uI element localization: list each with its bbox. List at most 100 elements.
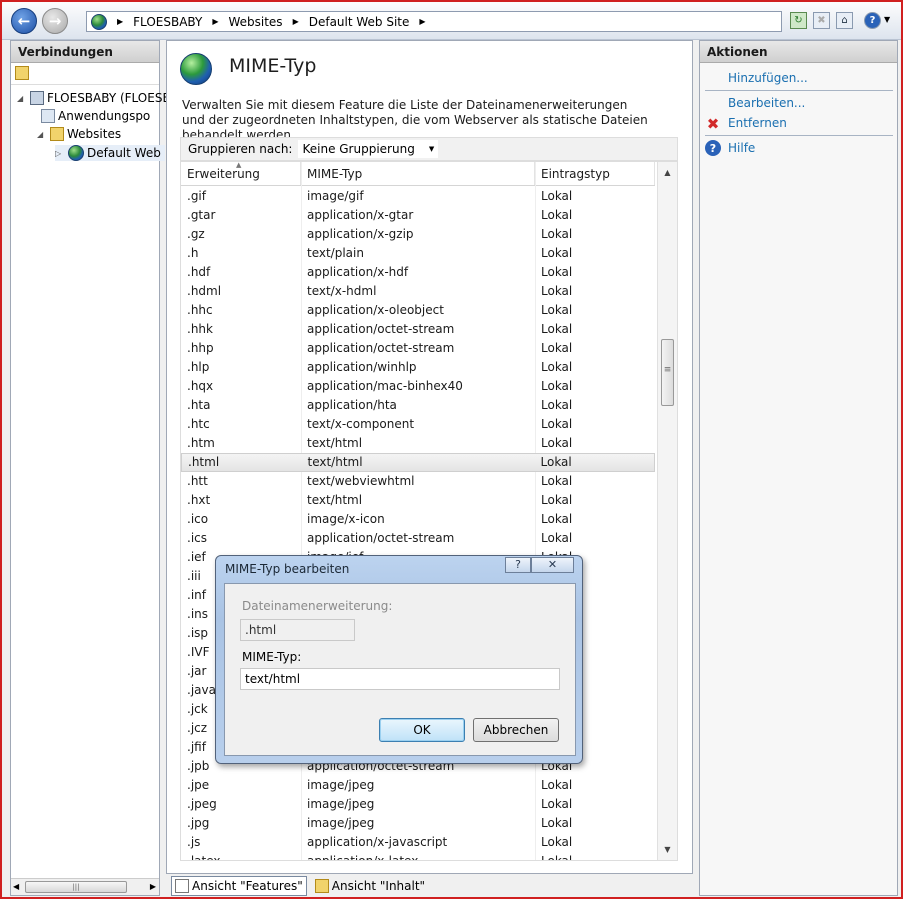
column-entry-type[interactable]: Eintragstyp <box>535 162 655 185</box>
cell-mime-type: text/html <box>307 493 363 507</box>
scroll-left-icon[interactable]: ◀ <box>13 882 19 891</box>
cell-mime-type: application/octet-stream <box>307 322 455 336</box>
table-row[interactable]: .hqx application/mac-binhex40 Lokal <box>181 377 655 396</box>
address-bar[interactable]: ▶ FLOESBABY ▶ Websites ▶ Default Web Sit… <box>86 11 782 32</box>
stop-icon[interactable]: ✖ <box>813 12 830 29</box>
actions-title: Aktionen <box>700 41 897 63</box>
cell-extension: .hlp <box>187 360 210 374</box>
forward-button[interactable]: → <box>42 8 68 34</box>
tree-item-server[interactable]: ◢ FLOESBABY (FLOESB <box>17 91 171 105</box>
cell-mime-type: application/hta <box>307 398 397 412</box>
cell-mime-type: image/gif <box>307 189 364 203</box>
cell-extension: .gz <box>187 227 205 241</box>
expand-icon[interactable]: ▷ <box>55 149 65 158</box>
sort-ascending-icon: ▲ <box>236 161 242 169</box>
actions-pane: Aktionen Hinzufügen... Bearbeiten... ✖ E… <box>699 40 898 896</box>
refresh-icon[interactable]: ↻ <box>790 12 807 29</box>
table-row[interactable]: .latex application/x-latex Lokal <box>181 852 655 861</box>
cell-mime-type: image/x-icon <box>307 512 385 526</box>
cell-extension: .latex <box>187 854 221 861</box>
cell-entry-type: Lokal <box>541 816 573 830</box>
breadcrumb-websites[interactable]: Websites <box>228 15 282 29</box>
mime-type-input[interactable]: text/html <box>240 668 560 690</box>
back-button[interactable]: ← <box>11 8 37 34</box>
table-row[interactable]: .hdf application/x-hdf Lokal <box>181 263 655 282</box>
breadcrumb-server[interactable]: FLOESBABY <box>133 15 202 29</box>
cell-entry-type: Lokal <box>541 360 573 374</box>
scrollbar-thumb[interactable]: ||| <box>25 881 127 893</box>
cell-extension: .hta <box>187 398 211 412</box>
address-toolbar: ← → ▶ FLOESBABY ▶ Websites ▶ Default Web… <box>2 2 901 40</box>
scroll-right-icon[interactable]: ▶ <box>150 882 156 891</box>
help-dropdown-chevron-icon[interactable]: ▼ <box>884 15 890 24</box>
table-row[interactable]: .h text/plain Lokal <box>181 244 655 263</box>
cell-entry-type: Lokal <box>541 208 573 222</box>
cell-entry-type: Lokal <box>541 531 573 545</box>
table-row[interactable]: .hxt text/html Lokal <box>181 491 655 510</box>
table-row[interactable]: .hhp application/octet-stream Lokal <box>181 339 655 358</box>
collapse-icon[interactable]: ◢ <box>37 130 47 139</box>
ok-button[interactable]: OK <box>379 718 465 742</box>
table-row[interactable]: .htt text/webviewhtml Lokal <box>181 472 655 491</box>
cell-entry-type: Lokal <box>541 417 573 431</box>
dialog-help-button[interactable]: ? <box>505 557 531 573</box>
globe-icon <box>91 13 107 30</box>
table-row[interactable]: .hhc application/x-oleobject Lokal <box>181 301 655 320</box>
cell-mime-type: image/jpeg <box>307 816 375 830</box>
cell-mime-type: application/octet-stream <box>307 531 455 545</box>
table-row[interactable]: .js application/x-javascript Lokal <box>181 833 655 852</box>
cell-mime-type: application/x-gzip <box>307 227 414 241</box>
breadcrumb-separator: ▶ <box>117 17 124 26</box>
table-row[interactable]: .gz application/x-gzip Lokal <box>181 225 655 244</box>
help-action[interactable]: Hilfe <box>728 141 755 155</box>
horizontal-scrollbar[interactable]: ◀ ||| ▶ <box>11 878 159 895</box>
table-row[interactable]: .htc text/x-component Lokal <box>181 415 655 434</box>
home-icon[interactable]: ⌂ <box>836 12 853 29</box>
tree-item-apppools[interactable]: Anwendungspo <box>41 109 150 123</box>
cell-mime-type: image/jpeg <box>307 797 375 811</box>
scroll-up-icon[interactable]: ▲ <box>658 164 677 181</box>
remove-icon: ✖ <box>706 115 720 133</box>
table-row[interactable]: .ico image/x-icon Lokal <box>181 510 655 529</box>
table-row[interactable]: .jpg image/jpeg Lokal <box>181 814 655 833</box>
folder-icon[interactable] <box>15 66 29 80</box>
cell-extension: .hqx <box>187 379 214 393</box>
remove-action[interactable]: Entfernen <box>728 116 787 130</box>
table-row[interactable]: .ics application/octet-stream Lokal <box>181 529 655 548</box>
table-row[interactable]: .htm text/html Lokal <box>181 434 655 453</box>
cell-entry-type: Lokal <box>541 474 573 488</box>
edit-action[interactable]: Bearbeiten... <box>728 96 805 110</box>
tree-item-default-site[interactable]: ▷ Default Web <box>55 145 165 161</box>
scrollbar-thumb[interactable]: ≡ <box>661 339 674 406</box>
table-row[interactable]: .gtar application/x-gtar Lokal <box>181 206 655 225</box>
cancel-button[interactable]: Abbrechen <box>473 718 559 742</box>
table-row[interactable]: .jpe image/jpeg Lokal <box>181 776 655 795</box>
vertical-scrollbar[interactable]: ▲ ≡ ▼ <box>657 162 677 860</box>
table-row[interactable]: .html text/html Lokal <box>181 453 655 472</box>
table-row[interactable]: .hlp application/winhlp Lokal <box>181 358 655 377</box>
breadcrumb-site[interactable]: Default Web Site <box>309 15 410 29</box>
add-action[interactable]: Hinzufügen... <box>728 71 808 85</box>
close-icon[interactable]: ✕ <box>531 557 574 573</box>
features-view-button[interactable]: Ansicht "Features" <box>171 876 307 896</box>
scroll-down-icon[interactable]: ▼ <box>658 841 677 858</box>
cell-entry-type: Lokal <box>541 284 573 298</box>
dialog-title: MIME-Typ bearbeiten <box>225 562 350 576</box>
cell-extension: .gif <box>187 189 206 203</box>
help-icon[interactable]: ? <box>864 12 881 29</box>
content-view-button[interactable]: Ansicht "Inhalt" <box>311 876 429 896</box>
table-row[interactable]: .hta application/hta Lokal <box>181 396 655 415</box>
group-select[interactable]: Keine Gruppierung ▼ <box>298 140 439 158</box>
column-mime-type[interactable]: MIME-Typ <box>301 162 535 185</box>
table-row[interactable]: .jpeg image/jpeg Lokal <box>181 795 655 814</box>
chevron-down-icon: ▼ <box>428 145 435 153</box>
table-row[interactable]: .hdml text/x-hdml Lokal <box>181 282 655 301</box>
cell-entry-type: Lokal <box>541 854 573 861</box>
column-extension[interactable]: ▲ Erweiterung <box>181 162 301 185</box>
table-row[interactable]: .hhk application/octet-stream Lokal <box>181 320 655 339</box>
tree-item-websites[interactable]: ◢ Websites <box>37 127 121 141</box>
cell-entry-type: Lokal <box>541 341 573 355</box>
table-row[interactable]: .gif image/gif Lokal <box>181 187 655 206</box>
collapse-icon[interactable]: ◢ <box>17 94 27 103</box>
connections-pane: Verbindungen ◢ FLOESBABY (FLOESB Anwendu… <box>10 40 171 896</box>
